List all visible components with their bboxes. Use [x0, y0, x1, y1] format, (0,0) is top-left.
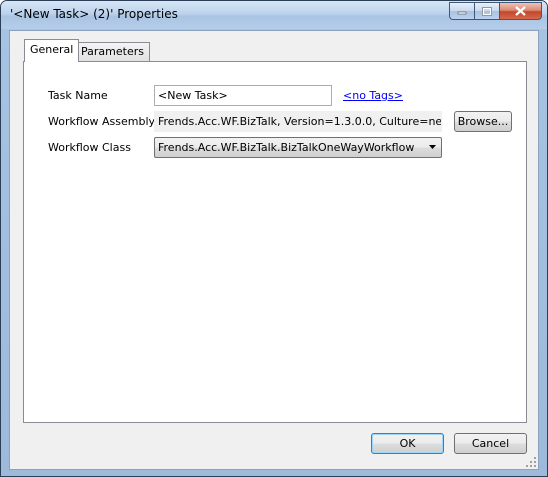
workflow-class-selected-value: Frends.Acc.WF.BizTalk.BizTalkOneWayWorkf…	[158, 141, 415, 154]
task-name-field[interactable]: <New Task>	[154, 85, 332, 106]
caption-buttons	[449, 2, 542, 21]
workflow-class-dropdown[interactable]: Frends.Acc.WF.BizTalk.BizTalkOneWayWorkf…	[154, 137, 442, 158]
close-icon	[515, 6, 526, 16]
task-name-label: Task Name	[48, 89, 108, 102]
maximize-icon	[482, 6, 492, 16]
title-bar[interactable]: '<New Task> (2)' Properties	[1, 1, 547, 29]
tab-parameters[interactable]: Parameters	[75, 42, 150, 62]
workflow-assembly-label: Workflow Assembly:	[48, 115, 158, 128]
window-title: '<New Task> (2)' Properties	[10, 7, 178, 21]
cancel-button[interactable]: Cancel	[454, 433, 527, 454]
minimize-button[interactable]	[449, 2, 474, 20]
dialog-client-area: Parameters General Task Name <New Task> …	[9, 30, 539, 470]
close-button[interactable]	[499, 2, 542, 20]
minimize-icon	[457, 11, 467, 15]
tab-general[interactable]: General	[24, 39, 80, 62]
ok-button[interactable]: OK	[371, 433, 444, 454]
properties-dialog: '<New Task> (2)' Properties Parameters G…	[0, 0, 548, 477]
workflow-class-label: Workflow Class	[48, 141, 131, 154]
tags-link[interactable]: <no Tags>	[343, 89, 403, 102]
resize-grip-icon[interactable]	[525, 456, 537, 468]
maximize-button[interactable]	[474, 2, 499, 20]
browse-button[interactable]: Browse...	[454, 111, 512, 132]
general-tab-panel: Task Name <New Task> <no Tags> Workflow …	[23, 61, 527, 423]
workflow-assembly-field[interactable]: Frends.Acc.WF.BizTalk, Version=1.3.0.0, …	[154, 111, 442, 132]
chevron-down-icon	[429, 145, 436, 149]
